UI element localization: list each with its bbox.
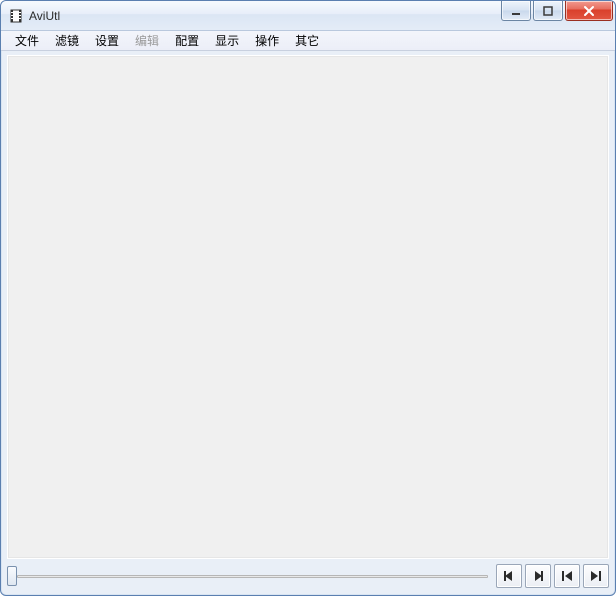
window-title: AviUtl — [29, 9, 60, 23]
close-button[interactable] — [565, 1, 613, 21]
menu-view[interactable]: 显示 — [207, 30, 247, 51]
seek-thumb[interactable] — [7, 566, 17, 586]
to-start-icon — [560, 569, 574, 583]
playback-bar — [1, 561, 615, 595]
titlebar[interactable]: AviUtl — [1, 1, 615, 31]
to-end-button[interactable] — [583, 564, 609, 588]
next-frame-icon — [531, 569, 545, 583]
menu-profile[interactable]: 配置 — [167, 30, 207, 51]
menu-filter[interactable]: 滤镜 — [47, 30, 87, 51]
prev-frame-button[interactable] — [496, 564, 522, 588]
to-end-icon — [589, 569, 603, 583]
maximize-button[interactable] — [533, 1, 563, 21]
to-start-button[interactable] — [554, 564, 580, 588]
seek-groove — [17, 575, 488, 578]
prev-frame-icon — [502, 569, 516, 583]
menu-operation[interactable]: 操作 — [247, 30, 287, 51]
film-icon — [9, 9, 23, 23]
seek-slider[interactable] — [7, 566, 490, 586]
frame-nav-buttons — [496, 564, 609, 588]
next-frame-button[interactable] — [525, 564, 551, 588]
video-area — [7, 55, 609, 559]
app-window: AviUtl 文件 滤镜 设置 编辑 配置 显示 操作 其它 — [0, 0, 616, 596]
menubar: 文件 滤镜 设置 编辑 配置 显示 操作 其它 — [1, 31, 615, 51]
minimize-button[interactable] — [501, 1, 531, 21]
menu-settings[interactable]: 设置 — [87, 30, 127, 51]
window-controls — [501, 1, 613, 21]
menu-other[interactable]: 其它 — [287, 30, 327, 51]
menu-edit[interactable]: 编辑 — [127, 30, 167, 51]
menu-file[interactable]: 文件 — [7, 30, 47, 51]
